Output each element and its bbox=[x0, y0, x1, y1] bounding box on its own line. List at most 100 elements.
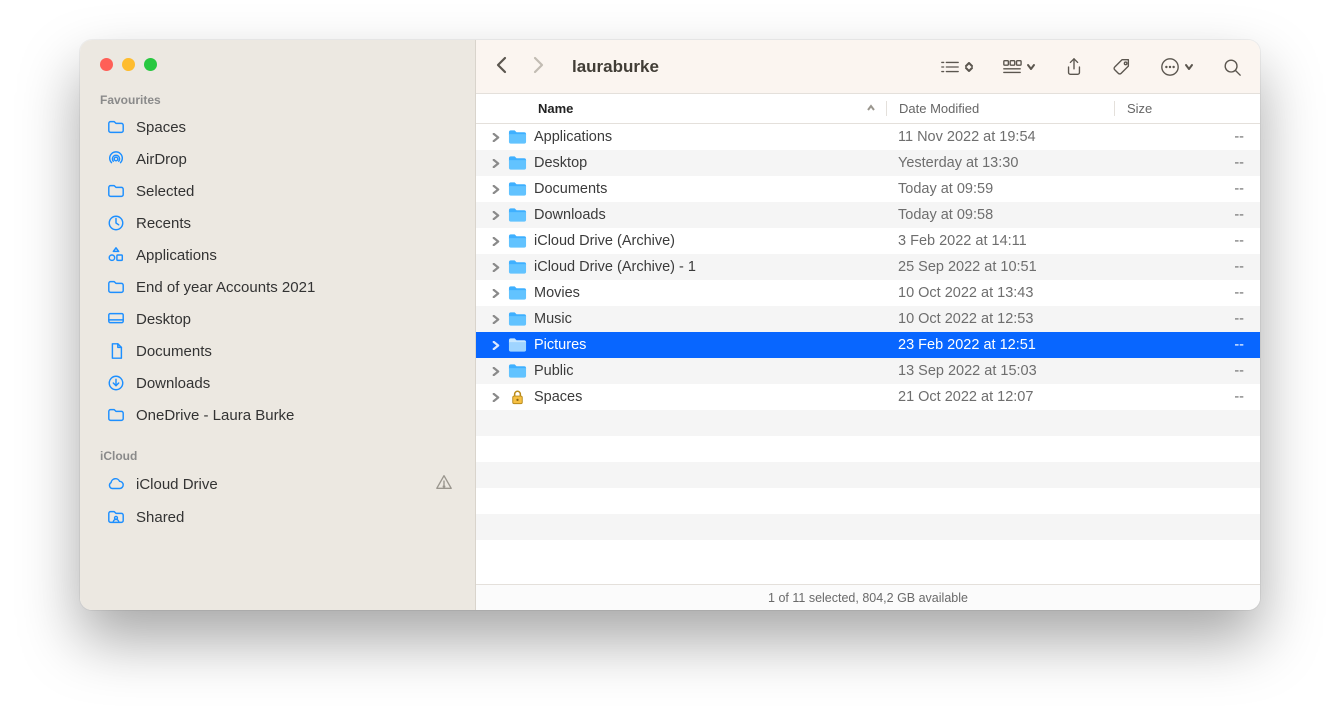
column-size[interactable]: Size bbox=[1114, 101, 1260, 116]
file-row[interactable]: Movies10 Oct 2022 at 13:43-- bbox=[476, 280, 1260, 306]
sidebar-item-onedrive-laura-burke[interactable]: OneDrive - Laura Burke bbox=[86, 399, 469, 431]
empty-row bbox=[476, 436, 1260, 462]
sidebar-item-shared[interactable]: Shared bbox=[86, 501, 469, 533]
chevron-down-icon bbox=[1026, 59, 1036, 75]
more-button[interactable] bbox=[1160, 57, 1194, 77]
file-name: Movies bbox=[530, 285, 886, 301]
sidebar-item-documents[interactable]: Documents bbox=[86, 335, 469, 367]
sidebar-item-applications[interactable]: Applications bbox=[86, 239, 469, 271]
sidebar-item-label: Spaces bbox=[136, 119, 186, 136]
back-button[interactable] bbox=[494, 56, 510, 77]
sidebar-item-spaces[interactable]: Spaces bbox=[86, 111, 469, 143]
clock-icon bbox=[106, 213, 126, 233]
forward-button[interactable] bbox=[530, 56, 546, 77]
zoom-window-button[interactable] bbox=[144, 58, 157, 71]
file-name: Public bbox=[530, 363, 886, 379]
download-icon bbox=[106, 373, 126, 393]
chevron-down-icon bbox=[1184, 59, 1194, 75]
file-row[interactable]: DownloadsToday at 09:58-- bbox=[476, 202, 1260, 228]
column-name-label: Name bbox=[538, 101, 573, 116]
sidebar-item-airdrop[interactable]: AirDrop bbox=[86, 143, 469, 175]
disclosure-triangle[interactable] bbox=[476, 289, 504, 298]
file-row[interactable]: Applications11 Nov 2022 at 19:54-- bbox=[476, 124, 1260, 150]
disclosure-triangle[interactable] bbox=[476, 263, 504, 272]
status-bar: 1 of 11 selected, 804,2 GB available bbox=[476, 584, 1260, 610]
empty-row bbox=[476, 462, 1260, 488]
document-icon bbox=[106, 341, 126, 361]
folder-icon bbox=[106, 117, 126, 137]
disclosure-triangle[interactable] bbox=[476, 315, 504, 324]
sort-asc-icon bbox=[866, 101, 876, 116]
file-name: Downloads bbox=[530, 207, 886, 223]
updown-icon bbox=[964, 59, 974, 75]
file-date: 11 Nov 2022 at 19:54 bbox=[886, 129, 1114, 145]
disclosure-triangle[interactable] bbox=[476, 341, 504, 350]
file-row[interactable]: Public13 Sep 2022 at 15:03-- bbox=[476, 358, 1260, 384]
sidebar-item-desktop[interactable]: Desktop bbox=[86, 303, 469, 335]
sidebar-item-recents[interactable]: Recents bbox=[86, 207, 469, 239]
file-row[interactable]: DesktopYesterday at 13:30-- bbox=[476, 150, 1260, 176]
sidebar-item-label: Shared bbox=[136, 509, 184, 526]
file-row[interactable]: Pictures23 Feb 2022 at 12:51-- bbox=[476, 332, 1260, 358]
column-date[interactable]: Date Modified bbox=[886, 101, 1114, 116]
group-by-button[interactable] bbox=[1002, 57, 1036, 77]
disclosure-triangle[interactable] bbox=[476, 133, 504, 142]
file-name: iCloud Drive (Archive) - 1 bbox=[530, 259, 886, 275]
sidebar-item-icloud-drive[interactable]: iCloud Drive bbox=[86, 467, 469, 501]
file-date: Today at 09:58 bbox=[886, 207, 1114, 223]
file-name: Documents bbox=[530, 181, 886, 197]
file-name: Desktop bbox=[530, 155, 886, 171]
file-size: -- bbox=[1114, 129, 1260, 145]
view-mode-button[interactable] bbox=[940, 57, 974, 77]
file-row[interactable]: iCloud Drive (Archive)3 Feb 2022 at 14:1… bbox=[476, 228, 1260, 254]
disclosure-triangle[interactable] bbox=[476, 393, 504, 402]
close-window-button[interactable] bbox=[100, 58, 113, 71]
file-list[interactable]: Applications11 Nov 2022 at 19:54--Deskto… bbox=[476, 124, 1260, 584]
file-row[interactable]: DocumentsToday at 09:59-- bbox=[476, 176, 1260, 202]
cloud-icon bbox=[106, 474, 126, 494]
toolbar: lauraburke bbox=[476, 40, 1260, 94]
file-row[interactable]: Music10 Oct 2022 at 12:53-- bbox=[476, 306, 1260, 332]
sidebar-item-label: AirDrop bbox=[136, 151, 187, 168]
empty-row bbox=[476, 540, 1260, 566]
file-date: 3 Feb 2022 at 14:11 bbox=[886, 233, 1114, 249]
nav-arrows bbox=[494, 56, 546, 77]
folder-icon bbox=[504, 389, 530, 405]
file-date: 10 Oct 2022 at 13:43 bbox=[886, 285, 1114, 301]
tags-button[interactable] bbox=[1112, 57, 1132, 77]
sidebar-item-end-of-year-accounts-2021[interactable]: End of year Accounts 2021 bbox=[86, 271, 469, 303]
empty-row bbox=[476, 410, 1260, 436]
sidebar: Favourites SpacesAirDropSelectedRecentsA… bbox=[80, 40, 476, 610]
folder-icon bbox=[504, 233, 530, 249]
minimize-window-button[interactable] bbox=[122, 58, 135, 71]
file-row[interactable]: iCloud Drive (Archive) - 125 Sep 2022 at… bbox=[476, 254, 1260, 280]
disclosure-triangle[interactable] bbox=[476, 159, 504, 168]
share-button[interactable] bbox=[1064, 57, 1084, 77]
sidebar-item-selected[interactable]: Selected bbox=[86, 175, 469, 207]
sidebar-item-label: Desktop bbox=[136, 311, 191, 328]
file-size: -- bbox=[1114, 389, 1260, 405]
disclosure-triangle[interactable] bbox=[476, 185, 504, 194]
sidebar-item-label: Recents bbox=[136, 215, 191, 232]
file-row[interactable]: Spaces21 Oct 2022 at 12:07-- bbox=[476, 384, 1260, 410]
column-name[interactable]: Name bbox=[476, 101, 886, 116]
folder-icon bbox=[504, 285, 530, 301]
file-date: 10 Oct 2022 at 12:53 bbox=[886, 311, 1114, 327]
disclosure-triangle[interactable] bbox=[476, 237, 504, 246]
empty-row bbox=[476, 488, 1260, 514]
main-pane: lauraburke bbox=[476, 40, 1260, 610]
file-size: -- bbox=[1114, 337, 1260, 353]
file-date: Yesterday at 13:30 bbox=[886, 155, 1114, 171]
file-size: -- bbox=[1114, 207, 1260, 223]
folder-icon bbox=[106, 405, 126, 425]
finder-window: Favourites SpacesAirDropSelectedRecentsA… bbox=[80, 40, 1260, 610]
search-button[interactable] bbox=[1222, 57, 1242, 77]
folder-icon bbox=[504, 337, 530, 353]
window-title: lauraburke bbox=[572, 57, 659, 77]
sidebar-item-downloads[interactable]: Downloads bbox=[86, 367, 469, 399]
sidebar-item-label: End of year Accounts 2021 bbox=[136, 279, 315, 296]
disclosure-triangle[interactable] bbox=[476, 211, 504, 220]
sidebar-section-title: iCloud bbox=[80, 441, 475, 467]
file-name: Applications bbox=[530, 129, 886, 145]
disclosure-triangle[interactable] bbox=[476, 367, 504, 376]
